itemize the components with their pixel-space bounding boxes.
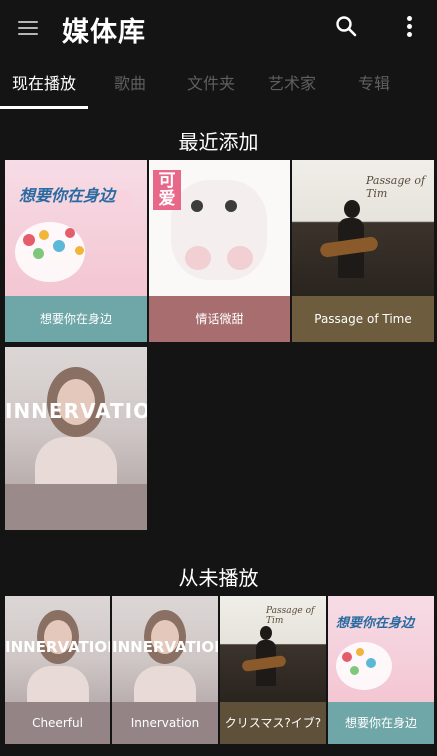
album-art: INNERVATION — [112, 596, 218, 702]
album-title: Innervation — [130, 716, 200, 730]
album-caption: Cheerful — [5, 702, 110, 744]
album-art: Passage of Tim — [292, 160, 434, 296]
section-title-unplayed: 从未播放 — [178, 566, 259, 590]
album-card[interactable]: INNERVATION Innervation — [112, 596, 218, 744]
album-card[interactable]: INNERVATION — [5, 347, 147, 530]
album-art: 想要你在身边 — [5, 160, 147, 296]
album-card[interactable]: 想要你在身边 想要你在身边 — [5, 160, 147, 342]
album-title: Cheerful — [32, 716, 83, 730]
album-art: 想要你在身边 — [328, 596, 434, 702]
album-art-title: Passage of Tim — [266, 606, 315, 626]
library-tabs: 现在播放 歌曲 文件夹 艺术家 专辑 — [0, 60, 437, 110]
album-art-title: Passage of Tim — [366, 174, 426, 200]
album-card[interactable]: Passage of Tim Passage of Time — [292, 160, 434, 342]
tab-albums[interactable]: 专辑 — [334, 60, 414, 110]
app-bar: 媒体库 — [0, 0, 437, 56]
album-caption: Innervation — [112, 702, 218, 744]
album-art-title: 想要你在身边 — [336, 616, 415, 631]
album-art-title: INNERVATION — [5, 399, 147, 423]
tab-folders[interactable]: 文件夹 — [172, 60, 250, 110]
album-title: クリスマス?イブ? — [224, 716, 322, 730]
section-title-recent: 最近添加 — [178, 130, 259, 154]
tab-songs[interactable]: 歌曲 — [88, 60, 172, 110]
album-card[interactable]: 想要你在身边 想要你在身边 — [328, 596, 434, 744]
album-card[interactable]: 可爱 情话微甜 — [149, 160, 290, 342]
album-art-title: INNERVATION — [5, 638, 110, 656]
album-caption — [5, 484, 147, 530]
album-caption: 想要你在身边 — [5, 296, 147, 342]
menu-icon[interactable] — [16, 16, 40, 40]
album-caption: 想要你在身边 — [328, 702, 434, 744]
album-title: 想要你在身边 — [39, 312, 112, 326]
search-icon[interactable] — [334, 14, 360, 40]
album-caption: クリスマス?イブ? — [220, 702, 326, 744]
album-card[interactable]: INNERVATION Cheerful — [5, 596, 110, 744]
tab-indicator — [0, 106, 88, 109]
more-vert-icon[interactable] — [397, 14, 421, 40]
album-title: 情话微甜 — [195, 312, 244, 326]
page-title: 媒体库 — [62, 17, 146, 48]
tab-artists[interactable]: 艺术家 — [250, 60, 334, 110]
album-art: 可爱 — [149, 160, 290, 296]
album-card[interactable]: Passage of Tim クリスマス?イブ? — [220, 596, 326, 744]
album-art-title: 可爱 — [153, 170, 181, 210]
album-title: 想要你在身边 — [344, 716, 417, 730]
album-art-title: INNERVATION — [112, 638, 218, 656]
album-title: Passage of Time — [314, 312, 412, 326]
album-art: INNERVATION — [5, 596, 110, 702]
tab-now-playing[interactable]: 现在播放 — [0, 60, 88, 110]
album-art: Passage of Tim — [220, 596, 326, 702]
album-art: INNERVATION — [5, 347, 147, 484]
album-caption: Passage of Time — [292, 296, 434, 342]
album-art-title: 想要你在身边 — [19, 186, 116, 205]
album-caption: 情话微甜 — [149, 296, 290, 342]
